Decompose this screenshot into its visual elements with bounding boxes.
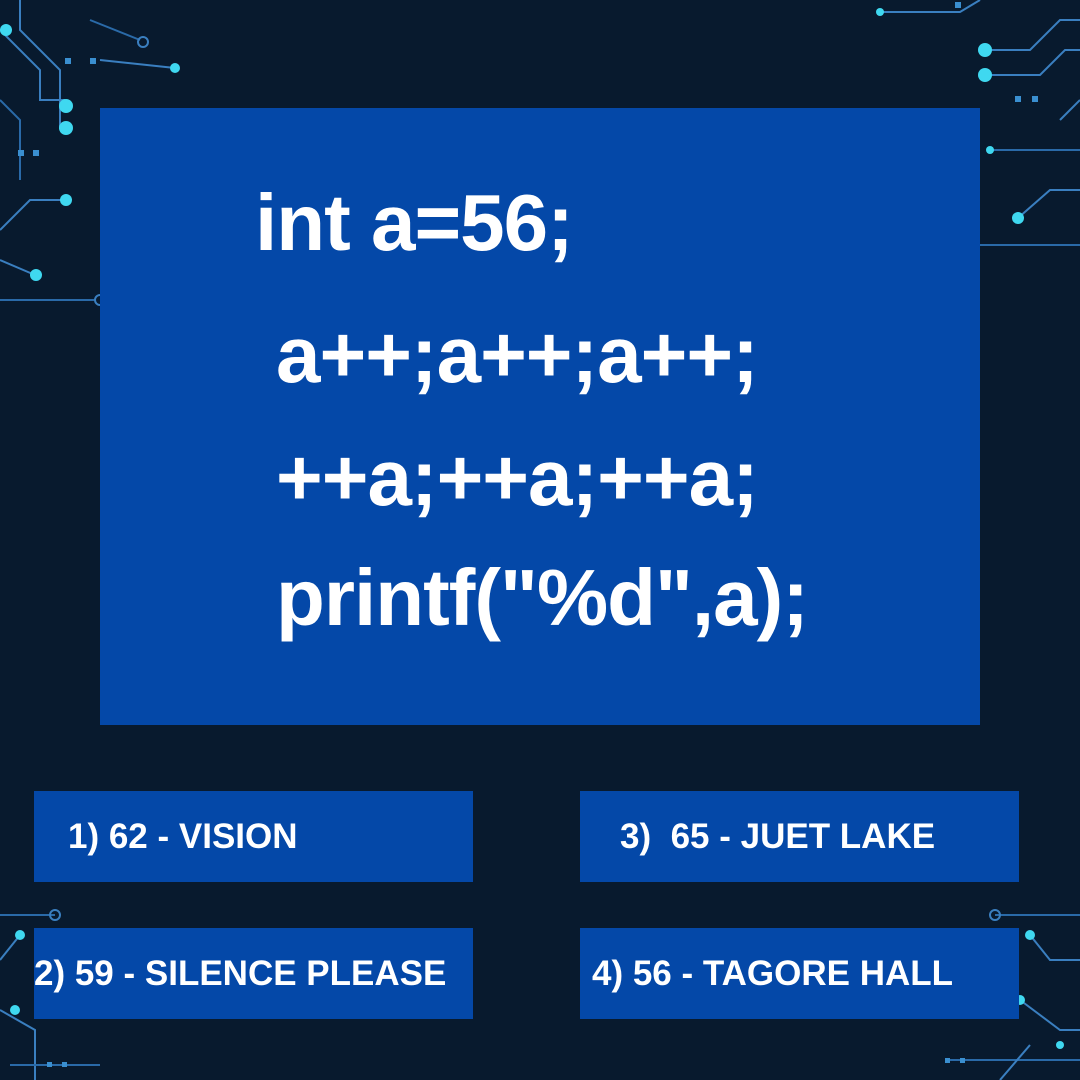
code-line-3: ++a;++a;++a; (276, 433, 759, 522)
code-line-4: printf("%d",a); (276, 553, 809, 642)
option-1-label: 1) 62 - VISION (68, 816, 298, 856)
option-4-label: 4) 56 - TAGORE HALL (592, 953, 954, 993)
option-2-label: 2) 59 - SILENCE PLEASE (34, 953, 447, 993)
option-2-button[interactable]: 2) 59 - SILENCE PLEASE (34, 928, 473, 1019)
code-line-1: int a=56; (255, 178, 574, 267)
code-question-panel: int a=56; a++;a++;a++; ++a;++a;++a; prin… (100, 108, 980, 725)
option-4-button[interactable]: 4) 56 - TAGORE HALL (580, 928, 1019, 1019)
code-line-2: a++;a++;a++; (276, 310, 759, 399)
option-1-button[interactable]: 1) 62 - VISION (34, 791, 473, 882)
option-3-button[interactable]: 3) 65 - JUET LAKE (580, 791, 1019, 882)
option-3-label: 3) 65 - JUET LAKE (620, 816, 936, 856)
